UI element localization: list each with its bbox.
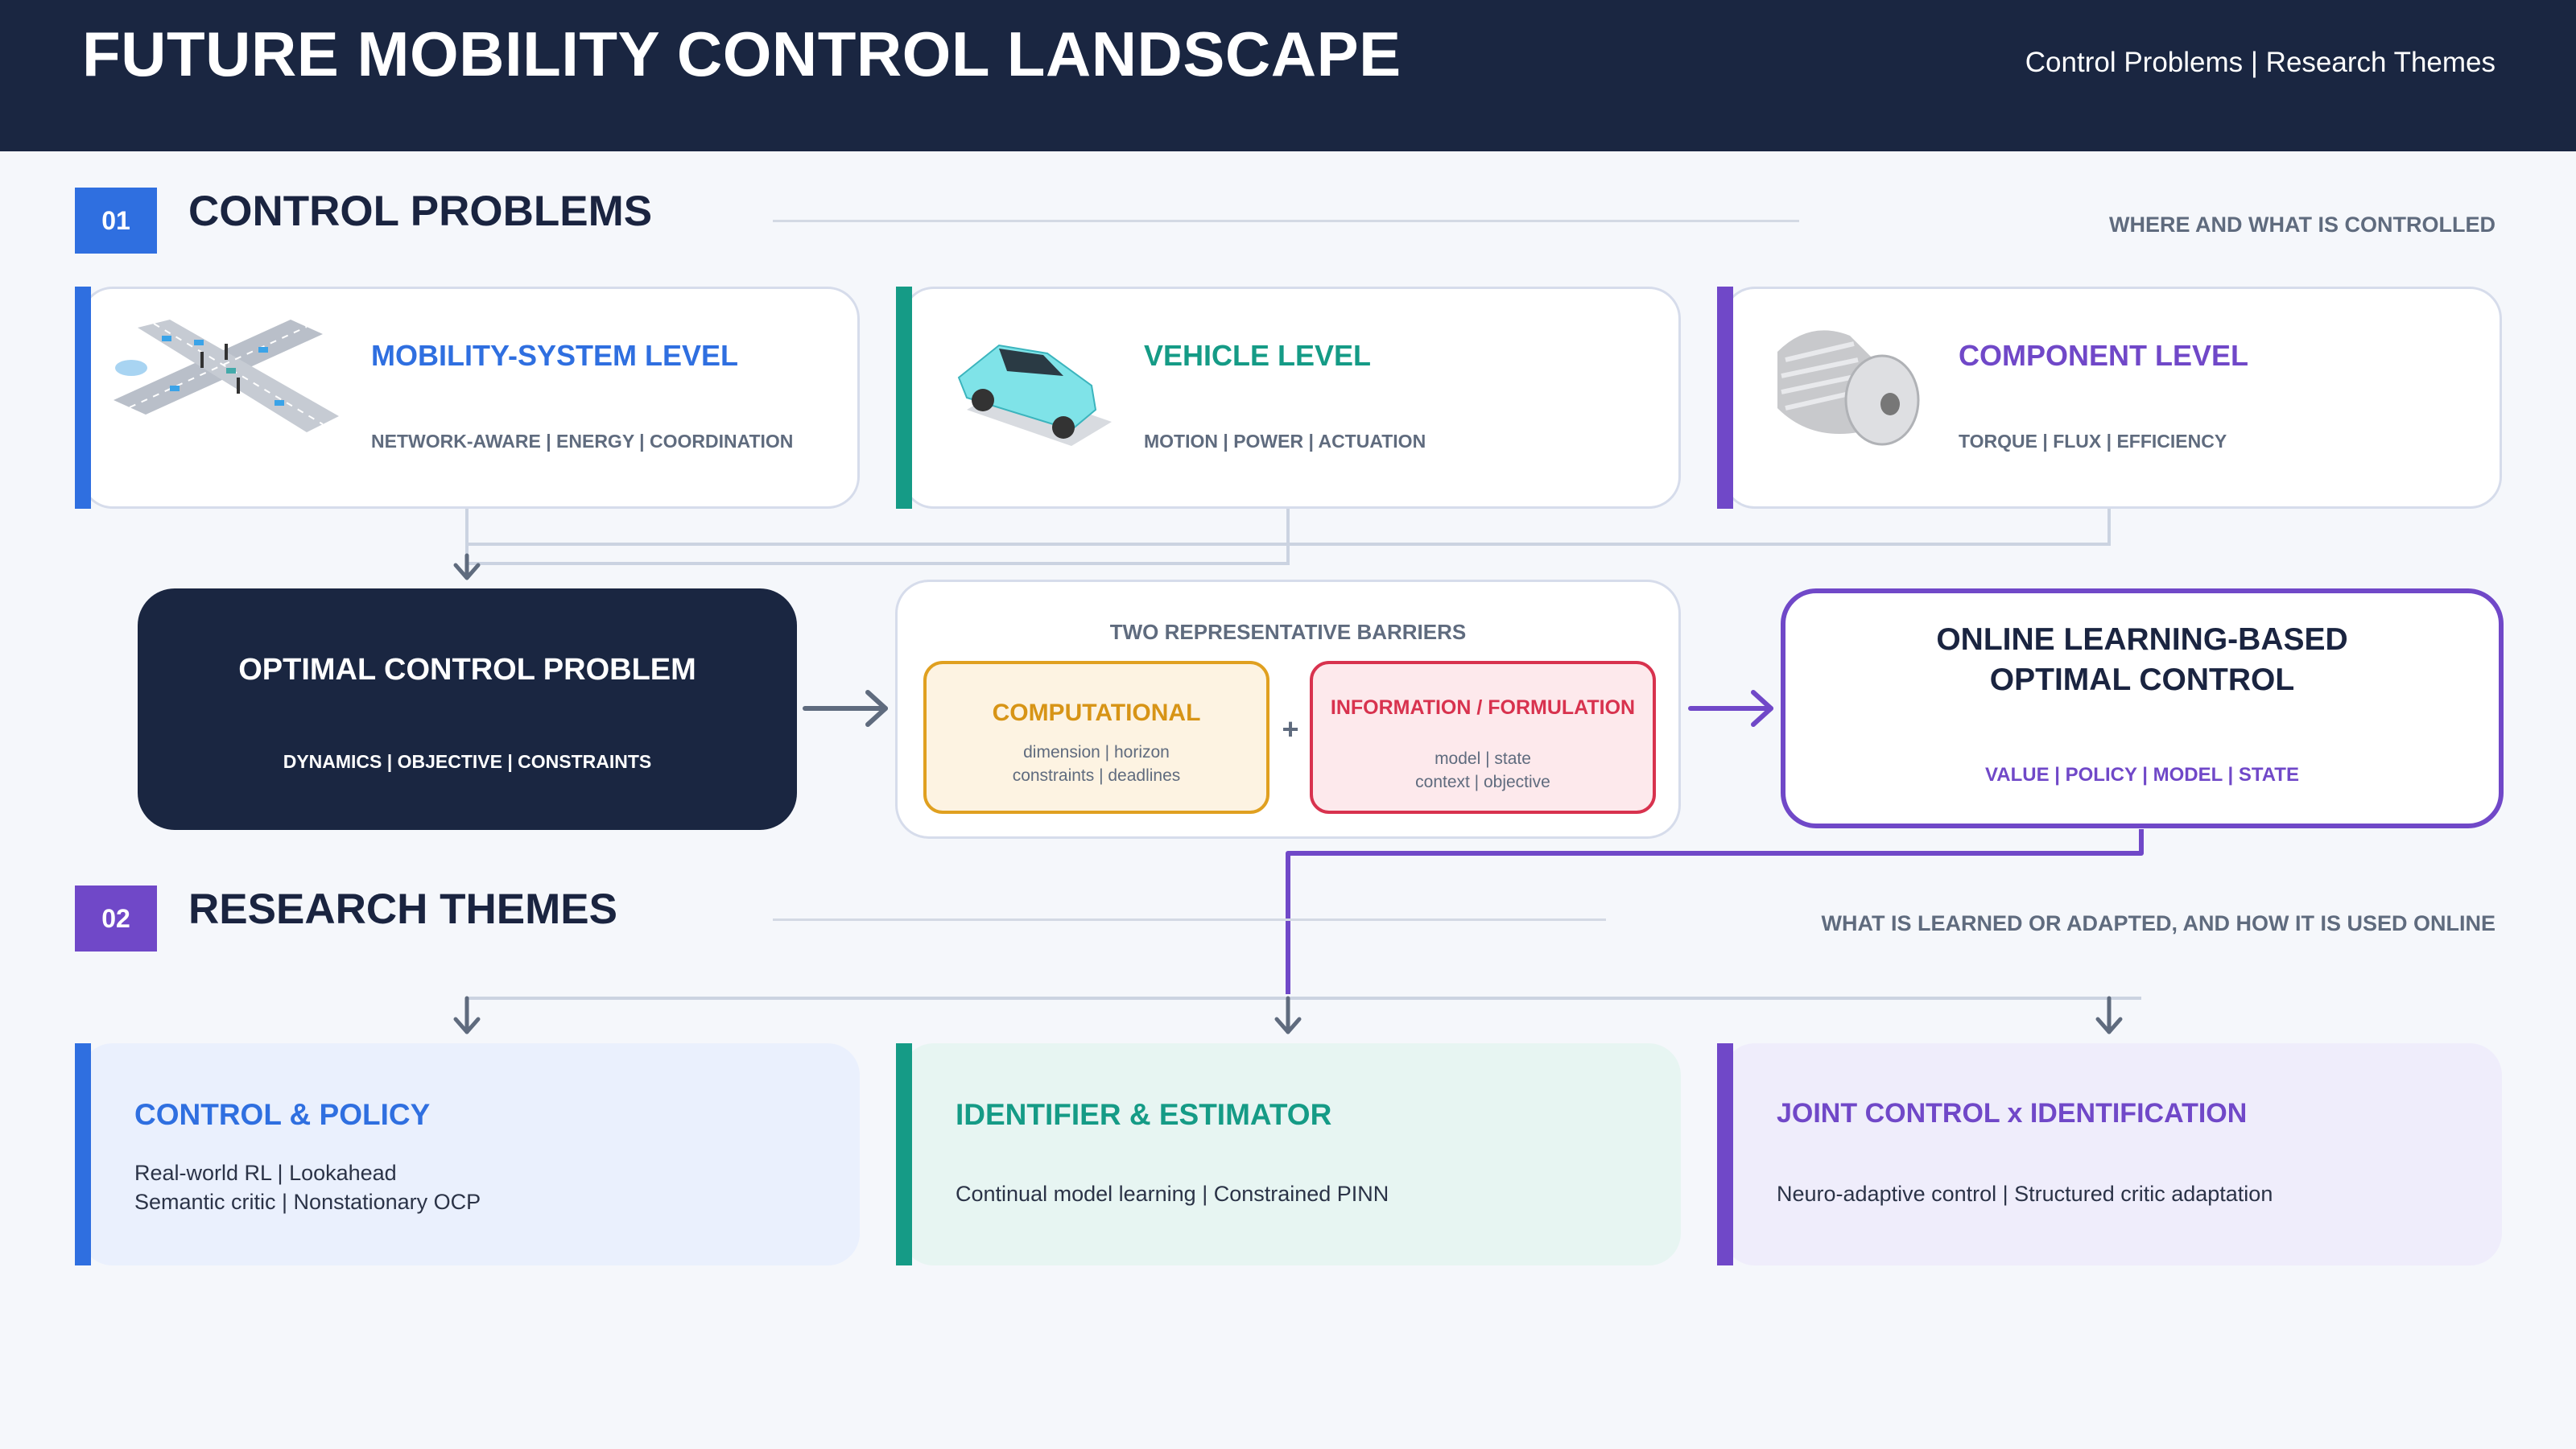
arrow-barriers-to-online: [1688, 690, 1773, 727]
theme-line: Neuro-adaptive control | Structured crit…: [1777, 1182, 2273, 1206]
theme-title: IDENTIFIER & ESTIMATOR: [956, 1098, 1332, 1131]
online-tags: VALUE | POLICY | MODEL | STATE: [1985, 764, 2299, 786]
barrier-line: context | objective: [1415, 773, 1550, 791]
theme-arrows: [453, 996, 2123, 1034]
card-title: MOBILITY-SYSTEM LEVEL: [371, 339, 739, 372]
card-accent-bar: [75, 287, 91, 509]
online-title-line1: ONLINE LEARNING-BASED: [1936, 622, 2348, 657]
theme-title: CONTROL & POLICY: [134, 1098, 431, 1131]
barriers-heading: TWO REPRESENTATIVE BARRIERS: [1109, 620, 1467, 644]
section-subtitle: WHAT IS LEARNED OR ADAPTED, AND HOW IT I…: [1821, 911, 2496, 935]
card-accent-bar: [1717, 1043, 1733, 1265]
barriers-container: TWO REPRESENTATIVE BARRIERS COMPUTATIONA…: [895, 580, 1681, 839]
theme-card-control-policy: CONTROL & POLICY Real-world RL | Lookahe…: [80, 1043, 860, 1265]
barrier-line: constraints | deadlines: [1012, 766, 1181, 785]
ocp-title: OPTIMAL CONTROL PROBLEM: [238, 653, 696, 687]
mobility-system-level-card: MOBILITY-SYSTEM LEVEL NETWORK-AWARE | EN…: [80, 287, 860, 509]
barrier-line: model | state: [1435, 749, 1531, 768]
component-level-card: COMPONENT LEVEL TORQUE | FLUX | EFFICIEN…: [1723, 287, 2502, 509]
section-title: RESEARCH THEMES: [188, 886, 618, 933]
card-tags: MOTION | POWER | ACTUATION: [1144, 431, 1426, 452]
online-title-line2: OPTIMAL CONTROL: [1989, 663, 2295, 697]
theme-title: JOINT CONTROL x IDENTIFICATION: [1777, 1098, 2248, 1129]
ocp-tags: DYNAMICS | OBJECTIVE | CONSTRAINTS: [283, 751, 652, 772]
barrier-title: COMPUTATIONAL: [992, 700, 1201, 726]
information-formulation-barrier-box: INFORMATION / FORMULATION model | state …: [1310, 661, 1656, 814]
section-number-badge: 02: [75, 886, 157, 952]
intersection-icon: [114, 320, 339, 432]
barrier-line: dimension | horizon: [1023, 743, 1170, 762]
theme-line: Semantic critic | Nonstationary OCP: [134, 1190, 481, 1214]
card-accent-bar: [1717, 287, 1733, 509]
online-learning-optimal-control-box: ONLINE LEARNING-BASED OPTIMAL CONTROL VA…: [1781, 588, 2504, 828]
card-tags: NETWORK-AWARE | ENERGY | COORDINATION: [371, 431, 794, 452]
arrow-into-ocp: [453, 553, 481, 580]
computational-barrier-box: COMPUTATIONAL dimension | horizon constr…: [923, 661, 1269, 814]
card-title: COMPONENT LEVEL: [1959, 339, 2249, 372]
plus-sign: +: [1282, 712, 1299, 745]
theme-card-joint-control-identification: JOINT CONTROL x IDENTIFICATION Neuro-ada…: [1723, 1043, 2502, 1265]
theme-line: Real-world RL | Lookahead: [134, 1161, 397, 1185]
card-accent-bar: [896, 1043, 912, 1265]
car-icon: [957, 344, 1112, 446]
level-merge-lines: [465, 507, 2111, 565]
card-title: VEHICLE LEVEL: [1144, 339, 1372, 372]
card-accent-bar: [75, 1043, 91, 1265]
arrow-ocp-to-barriers: [803, 690, 888, 727]
barrier-title: INFORMATION / FORMULATION: [1330, 696, 1636, 719]
section-divider: [773, 919, 1606, 921]
card-accent-bar: [896, 287, 912, 509]
vehicle-level-card: VEHICLE LEVEL MOTION | POWER | ACTUATION: [902, 287, 1681, 509]
card-tags: TORQUE | FLUX | EFFICIENCY: [1959, 431, 2227, 452]
theme-card-identifier-estimator: IDENTIFIER & ESTIMATOR Continual model l…: [902, 1043, 1681, 1265]
optimal-control-problem-box: OPTIMAL CONTROL PROBLEM DYNAMICS | OBJEC…: [138, 588, 797, 830]
theme-line: Continual model learning | Constrained P…: [956, 1182, 1389, 1206]
electric-motor-icon: [1777, 330, 1920, 446]
